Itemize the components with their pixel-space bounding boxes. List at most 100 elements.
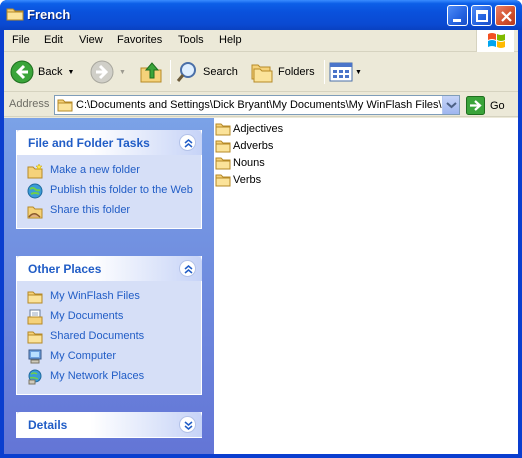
other-places-panel: Other Places My WinFlash Files My Docume…: [16, 256, 202, 395]
menu-file[interactable]: File: [12, 34, 30, 46]
collapse-button[interactable]: [179, 260, 196, 277]
place-label[interactable]: My Documents: [50, 310, 195, 323]
file-item[interactable]: Adjectives: [215, 121, 283, 137]
share-folder-icon: [27, 206, 43, 219]
place-shared-documents[interactable]: Shared Documents: [27, 328, 201, 345]
search-label: Search: [203, 66, 238, 78]
up-folder-button[interactable]: [139, 58, 163, 86]
place-label[interactable]: My Computer: [50, 350, 195, 363]
file-item[interactable]: Adverbs: [215, 138, 273, 154]
menu-favorites[interactable]: Favorites: [117, 34, 162, 46]
panel-header[interactable]: Other Places: [16, 256, 202, 281]
back-arrow-icon: [10, 60, 34, 84]
title-bar[interactable]: French: [0, 0, 522, 30]
go-arrow-icon: [466, 96, 485, 115]
collapse-button[interactable]: [179, 134, 196, 151]
forward-arrow-icon: [90, 60, 114, 84]
close-button[interactable]: [495, 5, 516, 26]
folder-icon: [215, 157, 231, 170]
folder-icon: [57, 99, 73, 112]
search-icon: [176, 62, 196, 82]
task-label[interactable]: Make a new folder: [50, 164, 195, 177]
file-name: Nouns: [233, 157, 265, 169]
forward-button[interactable]: ▼: [90, 58, 126, 86]
panel-title: File and Folder Tasks: [28, 136, 150, 150]
panel-header[interactable]: File and Folder Tasks: [16, 130, 202, 155]
explorer-window: French File Edit View Favorites Tools He…: [0, 0, 522, 458]
file-item[interactable]: Verbs: [215, 172, 261, 188]
folder-icon: [215, 140, 231, 153]
chevron-up-icon: [184, 139, 193, 148]
details-panel: Details: [16, 412, 202, 438]
folder-icon: [27, 291, 43, 304]
file-list: Adjectives Adverbs Nouns Verbs: [214, 118, 518, 454]
standard-toolbar: Back ▼ ▼ Search Folders ▼: [4, 52, 518, 92]
window-title: French: [27, 7, 71, 22]
task-label[interactable]: Share this folder: [50, 204, 195, 217]
address-label: Address: [9, 98, 50, 110]
file-name: Adjectives: [233, 123, 284, 135]
my-documents-icon: [27, 309, 43, 325]
task-share-folder[interactable]: Share this folder: [27, 202, 201, 219]
folder-icon: [215, 174, 231, 187]
go-label: Go: [490, 99, 505, 112]
views-button[interactable]: ▼: [329, 58, 362, 86]
address-value[interactable]: C:\Documents and Settings\Dick Bryant\My…: [76, 99, 444, 111]
folders-label: Folders: [278, 66, 315, 78]
up-folder-icon: [140, 62, 162, 83]
menu-tools[interactable]: Tools: [178, 34, 204, 46]
network-places-icon: [28, 369, 42, 385]
windows-logo: [476, 30, 514, 52]
place-my-documents[interactable]: My Documents: [27, 308, 201, 325]
file-name: Adverbs: [233, 140, 274, 152]
toolbar-separator: [170, 60, 171, 84]
publish-web-icon: [27, 183, 43, 199]
views-icon: [329, 62, 353, 82]
window-client: File Edit View Favorites Tools Help Back…: [4, 30, 518, 454]
close-icon: [501, 11, 512, 22]
place-my-winflash-files[interactable]: My WinFlash Files: [27, 288, 201, 305]
minimize-button[interactable]: [447, 5, 468, 26]
menu-help[interactable]: Help: [219, 34, 242, 46]
back-dropdown-icon[interactable]: ▼: [67, 69, 74, 76]
place-my-computer[interactable]: My Computer: [27, 348, 201, 365]
folders-button[interactable]: Folders: [250, 58, 315, 86]
address-input[interactable]: C:\Documents and Settings\Dick Bryant\My…: [54, 95, 460, 115]
task-make-new-folder[interactable]: Make a new folder: [27, 162, 201, 179]
address-bar: Address C:\Documents and Settings\Dick B…: [4, 93, 518, 117]
chevron-up-icon: [184, 265, 193, 274]
panel-title: Other Places: [28, 262, 102, 276]
address-dropdown-button[interactable]: [442, 96, 459, 114]
back-button[interactable]: Back ▼: [10, 58, 74, 86]
folders-icon: [251, 64, 273, 83]
menu-view[interactable]: View: [79, 34, 103, 46]
place-label[interactable]: My Network Places: [50, 370, 195, 383]
place-label[interactable]: Shared Documents: [50, 330, 195, 343]
back-label: Back: [38, 66, 63, 78]
maximize-button[interactable]: [471, 5, 492, 26]
folder-icon: [6, 8, 24, 21]
shared-folder-icon: [27, 331, 43, 344]
place-label[interactable]: My WinFlash Files: [50, 290, 195, 303]
file-name: Verbs: [233, 174, 262, 186]
windows-flag-icon: [488, 33, 505, 48]
panel-title: Details: [28, 418, 68, 432]
expand-button[interactable]: [179, 416, 196, 433]
task-publish-folder[interactable]: Publish this folder to the Web: [27, 182, 201, 199]
place-my-network-places[interactable]: My Network Places: [27, 368, 201, 385]
task-pane: File and Folder Tasks Make a new folder: [4, 118, 214, 454]
views-dropdown-icon[interactable]: ▼: [355, 69, 362, 76]
explorer-content: File and Folder Tasks Make a new folder: [4, 118, 518, 454]
menu-edit[interactable]: Edit: [44, 34, 63, 46]
task-label[interactable]: Publish this folder to the Web: [50, 184, 195, 197]
go-button[interactable]: Go: [466, 96, 505, 115]
panel-header[interactable]: Details: [16, 412, 202, 437]
forward-dropdown-icon[interactable]: ▼: [119, 69, 126, 76]
my-computer-icon: [28, 349, 42, 364]
file-folder-tasks-panel: File and Folder Tasks Make a new folder: [16, 130, 202, 229]
menu-bar: File Edit View Favorites Tools Help: [4, 30, 518, 52]
maximize-icon: [476, 10, 488, 22]
search-button[interactable]: Search: [175, 58, 238, 86]
file-item[interactable]: Nouns: [215, 155, 265, 171]
chevron-down-icon: [184, 421, 193, 430]
